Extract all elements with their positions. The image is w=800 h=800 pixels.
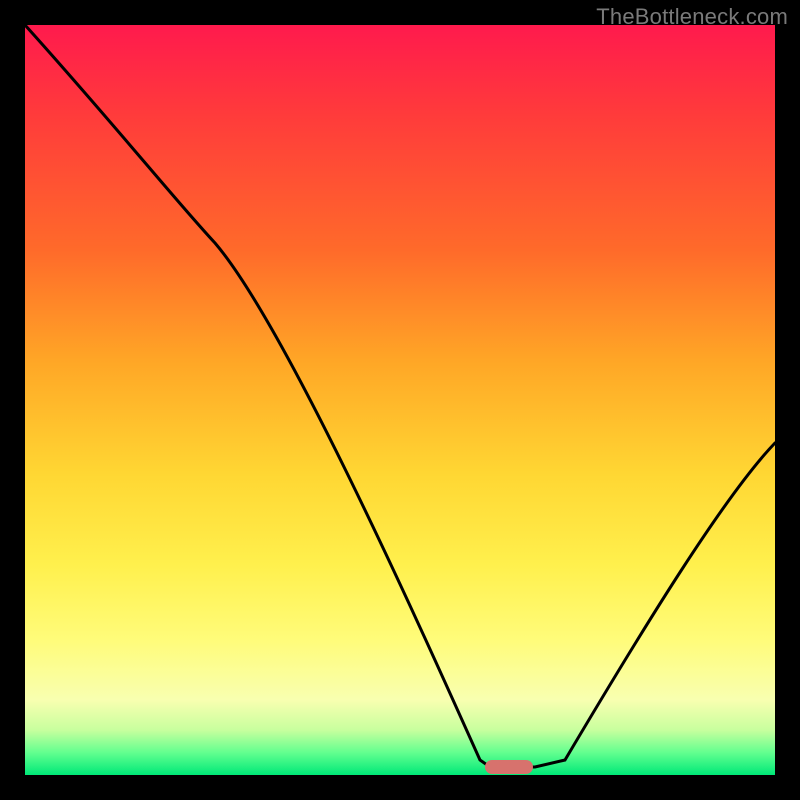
bottleneck-curve xyxy=(25,25,775,775)
curve-path xyxy=(25,25,775,767)
optimal-range-marker xyxy=(485,760,533,774)
chart-plot-area xyxy=(25,25,775,775)
watermark-text: TheBottleneck.com xyxy=(596,4,788,30)
